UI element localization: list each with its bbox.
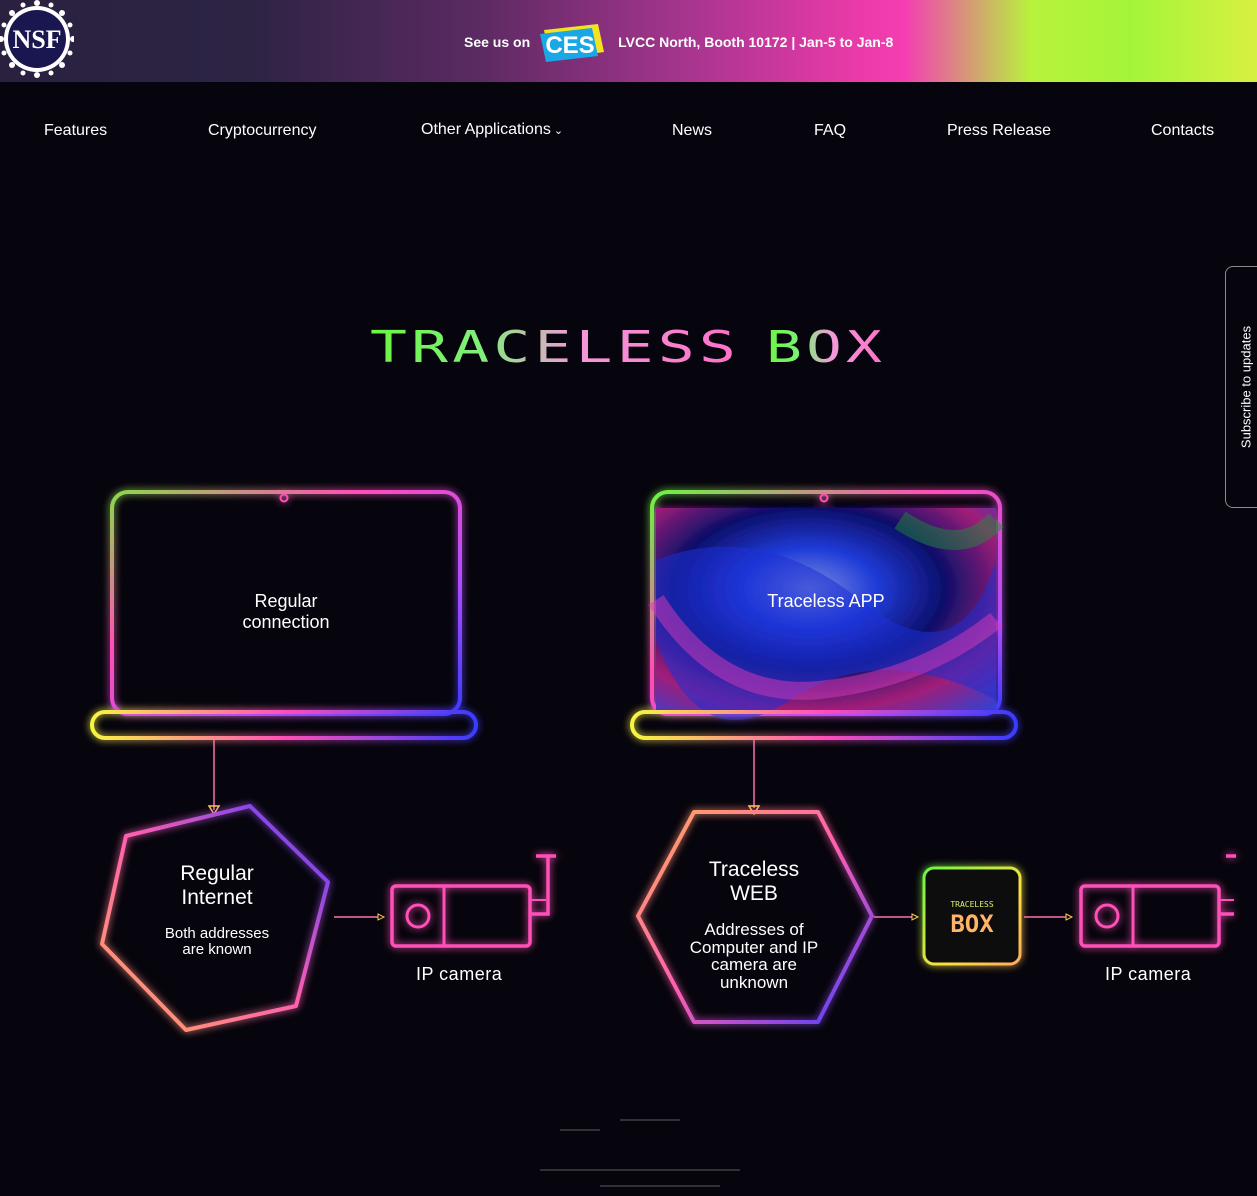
decorative-bottom-pattern xyxy=(540,1119,740,1187)
ip-camera-right-label: IP camera xyxy=(1105,964,1192,984)
traceless-diagram: TRACELESS BOX xyxy=(90,490,1236,1187)
hex-traceless-title: Traceless WEB xyxy=(708,858,800,905)
hex-traceless-subtitle: Addresses of Computer and IP camera are … xyxy=(689,920,819,992)
ip-camera-right-icon xyxy=(1079,854,1236,948)
box-label-bottom: BOX xyxy=(950,910,994,938)
ip-camera-left-label: IP camera xyxy=(416,964,503,984)
hex-regular-internet xyxy=(100,804,330,1032)
hex-regular-title: Regular Internet xyxy=(180,862,254,909)
laptop-traceless xyxy=(630,490,1018,740)
laptop-regular-text: Regular connection xyxy=(242,591,330,632)
box-label-top: TRACELESS xyxy=(950,900,994,909)
hex-regular-subtitle: Both addresses are known xyxy=(164,925,270,958)
ip-camera-left-icon xyxy=(390,854,556,948)
laptop-traceless-text: Traceless APP xyxy=(767,591,885,611)
